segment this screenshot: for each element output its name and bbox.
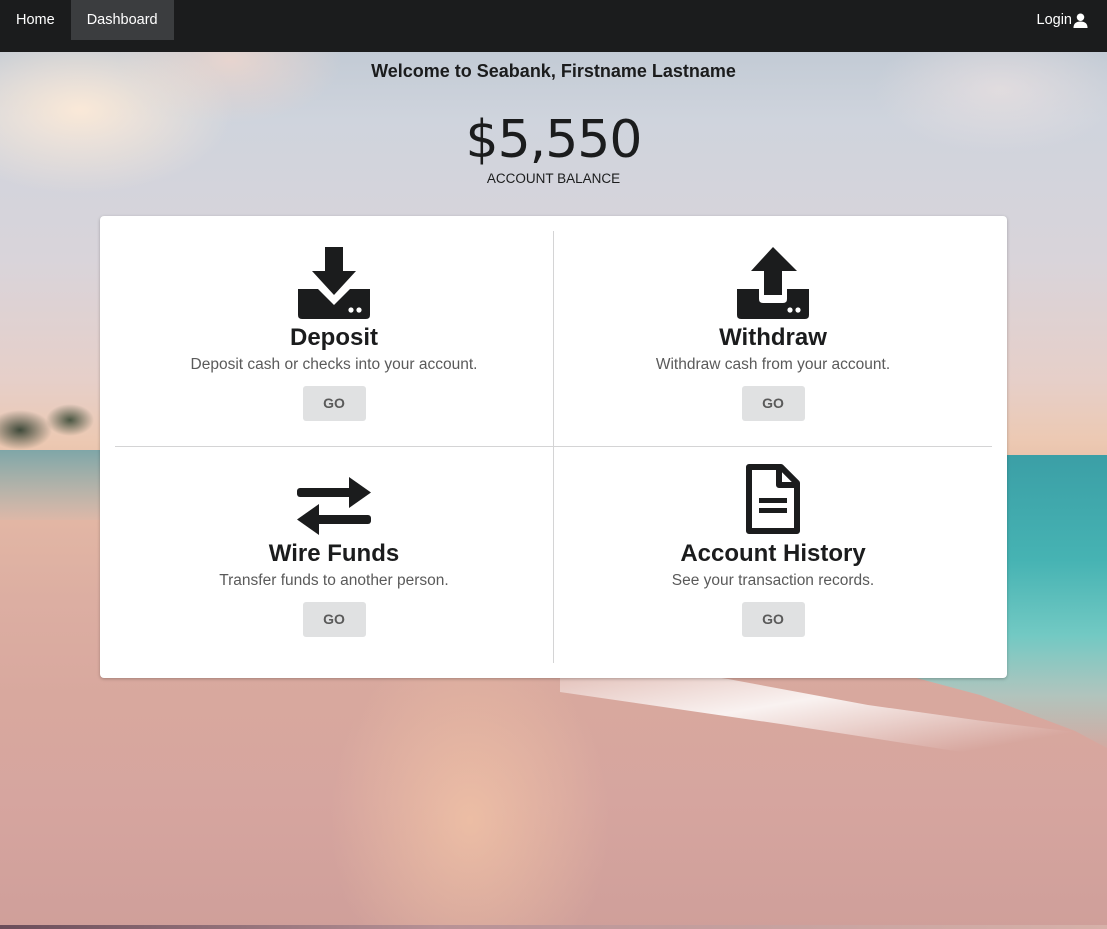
user-icon bbox=[1073, 12, 1088, 28]
deposit-description: Deposit cash or checks into your account… bbox=[190, 356, 478, 373]
withdraw-description: Withdraw cash from your account. bbox=[655, 356, 891, 373]
bottom-edge-strip bbox=[0, 925, 1107, 929]
wire-funds-section: Wire Funds Transfer funds to another per… bbox=[115, 459, 553, 674]
top-navbar: Home Dashboard Login bbox=[0, 0, 1107, 52]
nav-home-link[interactable]: Home bbox=[0, 0, 71, 40]
deposit-section: Deposit Deposit cash or checks into your… bbox=[115, 243, 553, 458]
login-label: Login bbox=[1036, 12, 1072, 28]
withdraw-title: Withdraw bbox=[719, 324, 827, 351]
account-history-title: Account History bbox=[680, 540, 866, 567]
account-history-go-button[interactable]: GO bbox=[741, 602, 805, 637]
file-document-icon bbox=[746, 464, 800, 534]
account-history-section: Account History See your transaction rec… bbox=[554, 459, 992, 674]
withdraw-go-button[interactable]: GO bbox=[741, 386, 805, 421]
wire-funds-description: Transfer funds to another person. bbox=[219, 572, 449, 589]
nav-dashboard-link[interactable]: Dashboard bbox=[70, 0, 174, 40]
deposit-go-button[interactable]: GO bbox=[302, 386, 366, 421]
login-link[interactable]: Login bbox=[1037, 0, 1107, 40]
deposit-title: Deposit bbox=[289, 324, 378, 351]
account-history-description: See your transaction records. bbox=[671, 572, 875, 589]
download-inbox-icon bbox=[298, 247, 370, 319]
withdraw-section: Withdraw Withdraw cash from your account… bbox=[554, 243, 992, 458]
upload-inbox-icon bbox=[737, 247, 809, 319]
welcome-heading: Welcome to Seabank, Firstname Lastname bbox=[371, 61, 736, 81]
actions-card: Deposit Deposit cash or checks into your… bbox=[100, 216, 1007, 678]
account-balance-value: $5,550 bbox=[465, 110, 643, 170]
palm-trees-background bbox=[0, 390, 100, 455]
account-balance-label: ACCOUNT BALANCE bbox=[486, 171, 621, 186]
wire-funds-go-button[interactable]: GO bbox=[302, 602, 366, 637]
wire-funds-title: Wire Funds bbox=[268, 540, 400, 567]
exchange-arrows-icon bbox=[297, 477, 371, 535]
